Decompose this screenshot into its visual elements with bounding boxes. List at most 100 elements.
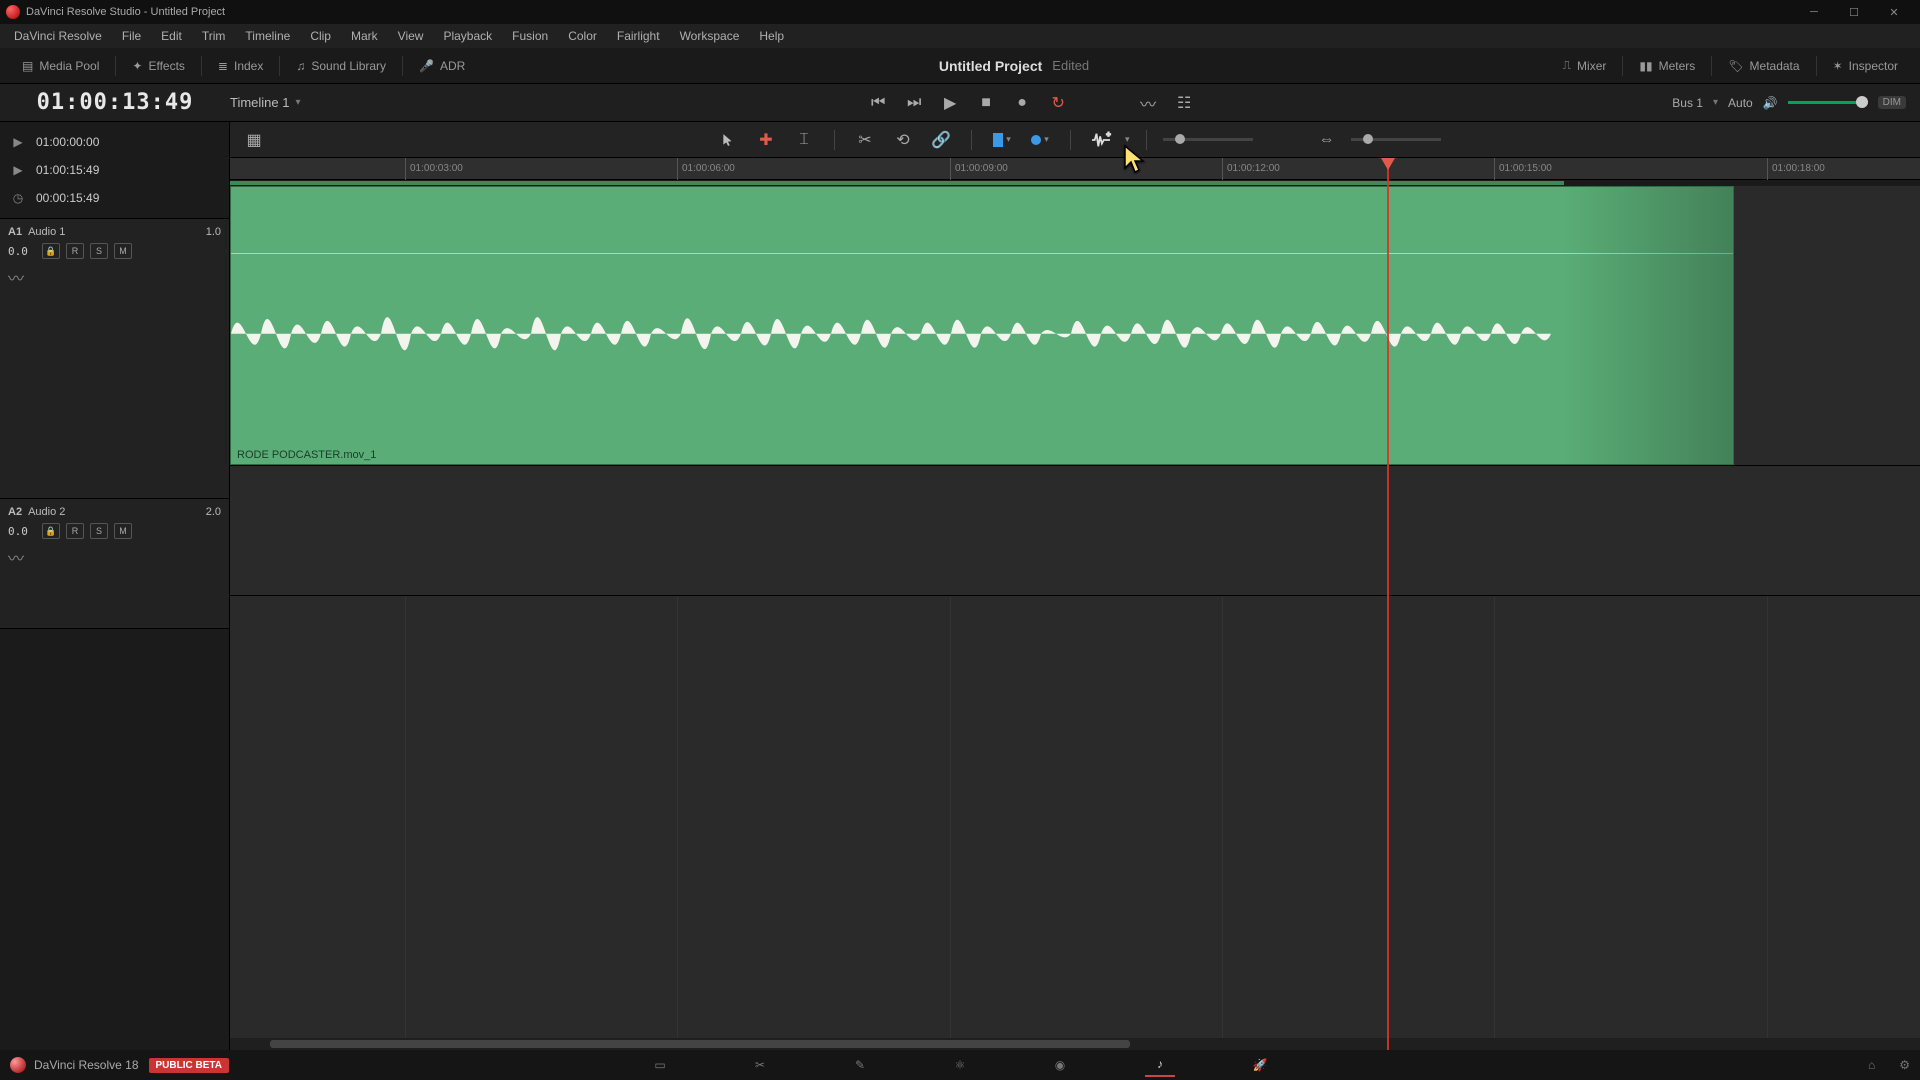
rewind-button[interactable]: ⏮ bbox=[867, 92, 889, 114]
menu-view[interactable]: View bbox=[388, 24, 434, 48]
panel-toolbar: ▤Media Pool ✦Effects ≣Index ♫Sound Libra… bbox=[0, 48, 1920, 84]
marker-list: ▶01:00:00:00 ▶01:00:15:49 ◷00:00:15:49 bbox=[0, 122, 229, 219]
track-fader-value[interactable]: 0.0 bbox=[8, 525, 36, 538]
waveform-icon bbox=[231, 270, 1565, 397]
clip-gain-line[interactable] bbox=[231, 253, 1733, 254]
menu-timeline[interactable]: Timeline bbox=[235, 24, 300, 48]
timeline-selector[interactable]: Timeline 1▾ bbox=[230, 95, 390, 110]
page-fairlight[interactable]: ♪ bbox=[1145, 1053, 1175, 1077]
chevron-down-icon: ▾ bbox=[295, 97, 300, 108]
selection-tool[interactable] bbox=[714, 127, 742, 153]
solo-button[interactable]: S bbox=[90, 243, 108, 259]
track-header-a1[interactable]: A1Audio 1 1.0 0.0 🔒 R S M 〰 bbox=[0, 219, 229, 499]
arm-record-button[interactable]: R bbox=[66, 243, 84, 259]
panel-adr[interactable]: 🎤ADR bbox=[409, 52, 475, 80]
arm-record-button[interactable]: R bbox=[66, 523, 84, 539]
loop-button[interactable]: ↻ bbox=[1047, 92, 1069, 114]
zoom-slider-vertical[interactable] bbox=[1163, 138, 1253, 141]
dim-button[interactable]: DIM bbox=[1878, 96, 1906, 109]
menu-color[interactable]: Color bbox=[558, 24, 607, 48]
speaker-icon[interactable]: 🔊 bbox=[1763, 96, 1778, 110]
zoom-slider-horizontal[interactable] bbox=[1351, 138, 1441, 141]
menu-trim[interactable]: Trim bbox=[192, 24, 236, 48]
menu-edit[interactable]: Edit bbox=[151, 24, 192, 48]
razor-tool[interactable]: ✂ bbox=[851, 127, 879, 153]
menu-fairlight[interactable]: Fairlight bbox=[607, 24, 670, 48]
project-title: Untitled Project bbox=[939, 58, 1042, 74]
page-deliver[interactable]: 🚀 bbox=[1245, 1053, 1275, 1077]
mute-button[interactable]: M bbox=[114, 243, 132, 259]
edit-selection-tool[interactable]: ⌶ bbox=[790, 127, 818, 153]
track-lanes[interactable]: RODE PODCASTER.mov_1 bbox=[230, 186, 1920, 1050]
home-button[interactable]: ⌂ bbox=[1868, 1058, 1875, 1072]
menu-help[interactable]: Help bbox=[749, 24, 794, 48]
bus-selector[interactable]: Bus 1 bbox=[1672, 96, 1703, 110]
range-selection-tool[interactable]: ✚ bbox=[752, 127, 780, 153]
metadata-icon: 🏷 bbox=[1728, 59, 1743, 73]
menu-mark[interactable]: Mark bbox=[341, 24, 388, 48]
menu-clip[interactable]: Clip bbox=[300, 24, 341, 48]
clip-name-label: RODE PODCASTER.mov_1 bbox=[237, 449, 376, 461]
track-lane-a1[interactable]: RODE PODCASTER.mov_1 bbox=[230, 186, 1920, 466]
panel-mixer[interactable]: ⎍Mixer bbox=[1553, 52, 1617, 80]
marker-row[interactable]: ▶01:00:15:49 bbox=[10, 156, 219, 184]
marker-row[interactable]: ◷00:00:15:49 bbox=[10, 184, 219, 212]
transient-detection-button[interactable]: + bbox=[1087, 127, 1115, 153]
playhead[interactable] bbox=[1387, 158, 1389, 1050]
page-color[interactable]: ◉ bbox=[1045, 1053, 1075, 1077]
page-cut[interactable]: ✂ bbox=[745, 1053, 775, 1077]
lock-button[interactable]: 🔒 bbox=[42, 243, 60, 259]
automation-toggle[interactable]: 〰 bbox=[1137, 92, 1159, 114]
panel-media-pool[interactable]: ▤Media Pool bbox=[12, 52, 109, 80]
panel-meters[interactable]: ▮▮Meters bbox=[1629, 52, 1705, 80]
audio-clip[interactable]: RODE PODCASTER.mov_1 bbox=[230, 186, 1734, 465]
flag-dropdown[interactable]: ▾ bbox=[988, 127, 1016, 153]
zoom-width-icon[interactable]: ⇔ bbox=[1313, 127, 1341, 153]
track-lane-a2[interactable] bbox=[230, 466, 1920, 596]
snap-toggle[interactable]: ⟲ bbox=[889, 127, 917, 153]
timeline-scrollbar[interactable] bbox=[230, 1038, 1920, 1050]
mixer-icon: ⎍ bbox=[1563, 58, 1571, 73]
page-media[interactable]: ▭ bbox=[645, 1053, 675, 1077]
master-timecode[interactable]: 01:00:13:49 bbox=[37, 90, 194, 115]
menu-file[interactable]: File bbox=[112, 24, 151, 48]
maximize-button[interactable]: ☐ bbox=[1834, 0, 1874, 24]
waveform-toggle-icon[interactable]: 〰 bbox=[8, 545, 26, 559]
clip-fade-region[interactable] bbox=[1563, 187, 1733, 464]
mute-button[interactable]: M bbox=[114, 523, 132, 539]
menu-workspace[interactable]: Workspace bbox=[670, 24, 750, 48]
panel-sound-library[interactable]: ♫Sound Library bbox=[286, 52, 396, 80]
track-headers: A1Audio 1 1.0 0.0 🔒 R S M 〰 A2Audio 2 2.… bbox=[0, 219, 229, 629]
minimize-button[interactable]: ─ bbox=[1794, 0, 1834, 24]
close-button[interactable]: ✕ bbox=[1874, 0, 1914, 24]
timeline-view-options[interactable]: ▦ bbox=[240, 127, 268, 153]
marker-dropdown[interactable]: ▾ bbox=[1026, 127, 1054, 153]
timeline-options-button[interactable]: ☷ bbox=[1173, 92, 1195, 114]
track-fader-value[interactable]: 0.0 bbox=[8, 245, 36, 258]
panel-index[interactable]: ≣Index bbox=[208, 52, 273, 80]
monitor-volume-slider[interactable] bbox=[1788, 101, 1868, 104]
menu-playback[interactable]: Playback bbox=[433, 24, 502, 48]
record-button[interactable]: ● bbox=[1011, 92, 1033, 114]
link-toggle[interactable]: 🔗 bbox=[927, 127, 955, 153]
panel-inspector[interactable]: ✶Inspector bbox=[1823, 52, 1908, 80]
track-header-a2[interactable]: A2Audio 2 2.0 0.0 🔒 R S M 〰 bbox=[0, 499, 229, 629]
project-settings-button[interactable]: ⚙ bbox=[1899, 1058, 1910, 1072]
solo-button[interactable]: S bbox=[90, 523, 108, 539]
timeline-ruler[interactable]: 01:00:03:00 01:00:06:00 01:00:09:00 01:0… bbox=[230, 158, 1920, 180]
title-bar: DaVinci Resolve Studio - Untitled Projec… bbox=[0, 0, 1920, 24]
panel-metadata[interactable]: 🏷Metadata bbox=[1718, 52, 1809, 80]
play-button[interactable]: ▶ bbox=[939, 92, 961, 114]
waveform-toggle-icon[interactable]: 〰 bbox=[8, 265, 26, 279]
lock-button[interactable]: 🔒 bbox=[42, 523, 60, 539]
panel-effects[interactable]: ✦Effects bbox=[122, 52, 195, 80]
page-edit[interactable]: ✎ bbox=[845, 1053, 875, 1077]
stop-button[interactable]: ■ bbox=[975, 92, 997, 114]
fast-forward-button[interactable]: ⏭ bbox=[903, 92, 925, 114]
menu-davinci[interactable]: DaVinci Resolve bbox=[4, 24, 112, 48]
marker-row[interactable]: ▶01:00:00:00 bbox=[10, 128, 219, 156]
page-fusion[interactable]: ⚛ bbox=[945, 1053, 975, 1077]
scrollbar-thumb[interactable] bbox=[270, 1040, 1130, 1048]
automation-mode[interactable]: Auto bbox=[1728, 96, 1753, 110]
menu-fusion[interactable]: Fusion bbox=[502, 24, 558, 48]
